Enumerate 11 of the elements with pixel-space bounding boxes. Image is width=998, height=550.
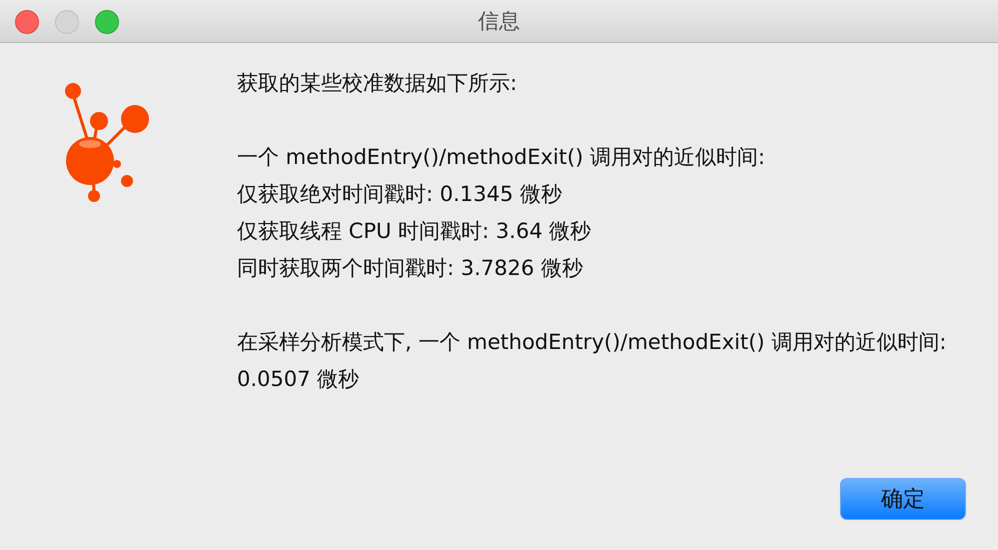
message-text: 同时获取两个时间戳时: 3.7826 微秒 (237, 255, 583, 282)
message-text: 获取的某些校准数据如下所示: (237, 70, 518, 97)
message-text: 仅获取绝对时间戳时: 0.1345 微秒 (237, 181, 562, 208)
message-text: 在采样分析模式下, 一个 methodEntry()/methodExit() 调用对的近似时间: 0.0507 微秒 (237, 329, 948, 393)
window-title: 信息 (478, 8, 520, 35)
minimize-button[interactable] (55, 10, 79, 34)
message-text: 一个 methodEntry()/methodExit() 调用对的近似时间: (237, 144, 766, 171)
message-text: 仅获取线程 CPU 时间戳时: 3.64 微秒 (237, 218, 592, 245)
ok-button[interactable]: 确定 (840, 478, 966, 520)
close-button[interactable] (15, 10, 39, 34)
zoom-button[interactable] (95, 10, 119, 34)
